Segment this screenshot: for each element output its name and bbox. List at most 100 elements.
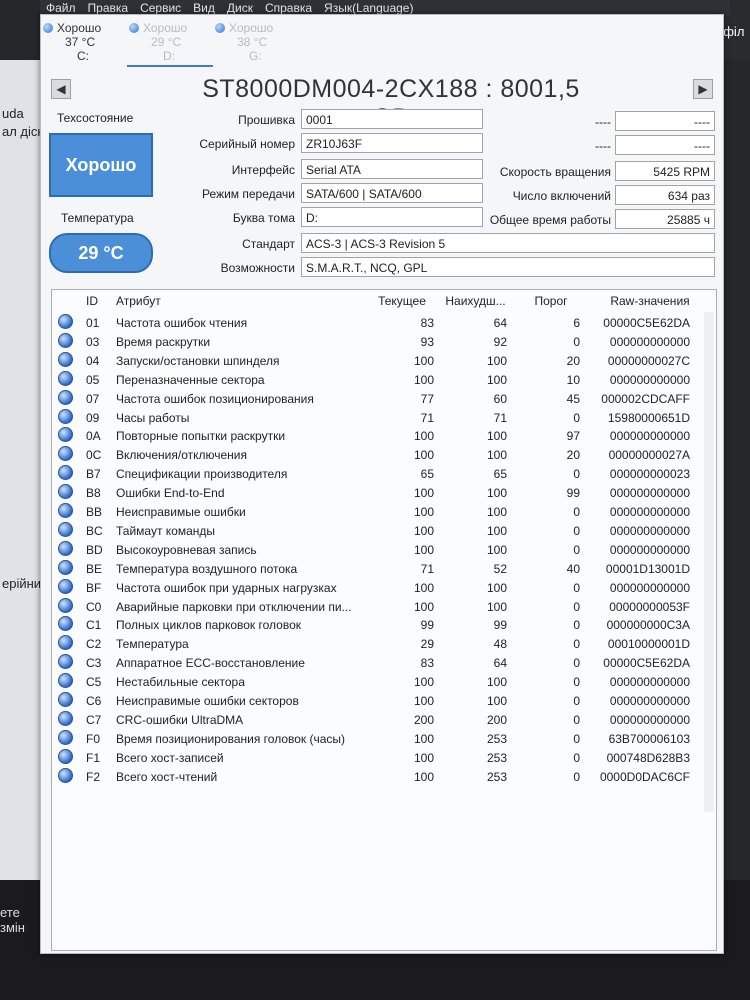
prev-disk-button[interactable]: ◀ xyxy=(51,79,71,99)
status-dot-icon xyxy=(58,503,73,518)
worst-value: 99 xyxy=(493,618,507,633)
table-row[interactable]: 0C Включения/отключения 100 100 20 0000000002… xyxy=(52,446,716,465)
current-value: 100 xyxy=(413,750,434,765)
header-threshold[interactable]: Порог xyxy=(522,292,580,311)
raw-value: 000000000000 xyxy=(609,334,690,349)
header-raw[interactable]: Raw-значения xyxy=(600,292,700,311)
temperature-button[interactable]: 29 °C xyxy=(49,233,153,273)
smart-table: ID Атрибут Текущее Наихудш... Порог Raw-… xyxy=(51,289,717,951)
attribute-id: 09 xyxy=(86,410,100,425)
health-status-button[interactable]: Хорошо xyxy=(49,133,153,197)
transfer-mode-label: Режим передачи xyxy=(202,187,295,201)
table-row[interactable]: 04 Запуски/остановки шпинделя 100 100 20 0000… xyxy=(52,351,716,371)
worst-value: 253 xyxy=(486,769,507,784)
table-row[interactable]: C0 Аварийные парковки при отключении пи..… xyxy=(52,597,716,617)
table-row[interactable]: 07 Частота ошибок позиционирования 77 60 45 0… xyxy=(52,389,716,409)
table-row[interactable]: F1 Всего хост-записей 100 253 0 000748D628B3 xyxy=(52,748,716,768)
rotation-speed-field: 5425 RPM xyxy=(615,161,715,181)
table-row[interactable]: 03 Время раскрутки 93 92 0 000000000000 xyxy=(52,332,716,352)
attribute-name: Нестабильные сектора xyxy=(116,675,245,690)
current-value: 99 xyxy=(420,618,434,633)
disk-tab-g[interactable]: Хорошо 38 °C G: xyxy=(213,19,299,65)
status-dot-icon xyxy=(58,446,73,462)
attribute-name: CRC-ошибки UltraDMA xyxy=(116,712,244,727)
table-row[interactable]: BE Температура воздушного потока 71 52 40 000… xyxy=(52,559,716,579)
worst-value: 100 xyxy=(486,448,507,463)
table-row[interactable]: F0 Время позиционирования головок (часы) 1… xyxy=(52,729,716,749)
current-value: 71 xyxy=(420,410,434,425)
attribute-id: C5 xyxy=(86,675,102,690)
standard-field: ACS-3 | ACS-3 Revision 5 xyxy=(301,233,715,253)
raw-value: 63B700006103 xyxy=(608,731,690,746)
threshold-value: 0 xyxy=(573,523,580,538)
table-row[interactable]: C1 Полных циклов парковок головок 99 99 0 000… xyxy=(52,616,716,635)
attribute-id: B8 xyxy=(86,486,101,501)
attribute-name: Включения/отключения xyxy=(116,448,247,463)
attribute-id: 03 xyxy=(86,334,100,349)
header-attribute[interactable]: Атрибут xyxy=(116,292,376,311)
disk-tab-c[interactable]: Хорошо 37 °C C: xyxy=(41,19,127,65)
status-dot-icon xyxy=(58,635,73,651)
current-value: 83 xyxy=(420,316,434,330)
disk-status: Хорошо xyxy=(57,21,102,35)
disk-tab-d[interactable]: Хорошо 29 °C D: xyxy=(127,19,213,67)
background-text: ерійни xyxy=(2,576,42,591)
table-row[interactable]: B8 Ошибки End-to-End 100 100 99 000000000000 xyxy=(52,484,716,503)
status-dot-icon xyxy=(43,23,53,33)
attribute-id: F1 xyxy=(86,750,101,765)
table-row[interactable]: BB Неисправимые ошибки 100 100 0 000000000000 xyxy=(52,503,716,522)
worst-value: 100 xyxy=(486,505,507,519)
table-row[interactable]: C3 Аппаратное ECC-восстановление 83 64 0 0000… xyxy=(52,654,716,673)
header-worst[interactable]: Наихудш... xyxy=(444,292,507,311)
attribute-id: C3 xyxy=(86,656,102,671)
volume-field: D: xyxy=(301,207,483,227)
table-row[interactable]: 01 Частота ошибок чтения 83 64 6 00000C5E62DA xyxy=(52,314,716,333)
header-id[interactable]: ID xyxy=(86,292,110,311)
threshold-value: 97 xyxy=(566,429,580,444)
attribute-name: Высокоуровневая запись xyxy=(116,542,257,557)
raw-value: 15980000651D xyxy=(607,410,690,425)
serial-field: ZR10J63F xyxy=(301,133,483,153)
table-row[interactable]: BD Высокоуровневая запись 100 100 0 000000000… xyxy=(52,540,716,560)
attribute-name: Неисправимые ошибки xyxy=(116,505,246,519)
current-value: 100 xyxy=(413,731,434,746)
table-row[interactable]: BC Таймаут команды 100 100 0 000000000000 xyxy=(52,521,716,541)
threshold-value: 20 xyxy=(566,448,580,463)
table-row[interactable]: B7 Спецификации производителя 65 65 0 0000000… xyxy=(52,465,716,484)
attribute-name: Всего хост-чтений xyxy=(116,769,218,784)
attribute-id: C6 xyxy=(86,694,102,708)
current-value: 100 xyxy=(413,675,434,690)
power-on-count-field: 634 раз xyxy=(615,185,715,205)
table-row[interactable]: C7 CRC-ошибки UltraDMA 200 200 0 000000000000 xyxy=(52,710,716,730)
firmware-label: Прошивка xyxy=(238,113,295,127)
table-row[interactable]: F2 Всего хост-чтений 100 253 0 0000D0DAC6CF xyxy=(52,767,716,787)
disk-temp: 37 °C xyxy=(65,35,96,49)
status-dot-icon xyxy=(58,597,73,613)
worst-value: 64 xyxy=(493,656,507,671)
table-row[interactable]: 09 Часы работы 71 71 0 15980000651D xyxy=(52,408,716,428)
next-disk-button[interactable]: ▶ xyxy=(693,79,713,99)
threshold-value: 40 xyxy=(566,561,580,576)
table-row[interactable]: C5 Нестабильные сектора 100 100 0 00000000000… xyxy=(52,673,716,692)
current-value: 83 xyxy=(420,656,434,671)
status-dot-icon xyxy=(58,710,73,726)
attribute-name: Запуски/остановки шпинделя xyxy=(116,353,280,368)
raw-value: 000000000000 xyxy=(609,694,690,708)
status-dot-icon xyxy=(215,23,225,33)
table-row[interactable]: 05 Переназначенные сектора 100 100 10 0000000… xyxy=(52,370,716,390)
raw-value: 00000000053F xyxy=(609,599,690,614)
current-value: 200 xyxy=(413,712,434,727)
attribute-id: 07 xyxy=(86,391,100,406)
smart-table-header: ID Атрибут Текущее Наихудш... Порог Raw-… xyxy=(52,292,716,311)
disk-temp: 29 °C xyxy=(151,35,182,49)
status-dot-icon xyxy=(58,370,73,386)
table-row[interactable]: BF Частота ошибок при ударных нагрузках 10… xyxy=(52,578,716,598)
raw-value: 00010000001D xyxy=(607,637,690,652)
header-current[interactable]: Текущее xyxy=(370,292,434,311)
table-row[interactable]: C2 Температура 29 48 0 00010000001D xyxy=(52,635,716,654)
table-row[interactable]: 0A Повторные попытки раскрутки 100 100 97 000… xyxy=(52,427,716,446)
table-row[interactable]: C6 Неисправимые ошибки секторов 100 100 0 000… xyxy=(52,692,716,711)
threshold-value: 0 xyxy=(573,769,580,784)
standard-label: Стандарт xyxy=(242,237,295,251)
table-scrollbar[interactable] xyxy=(704,312,714,812)
